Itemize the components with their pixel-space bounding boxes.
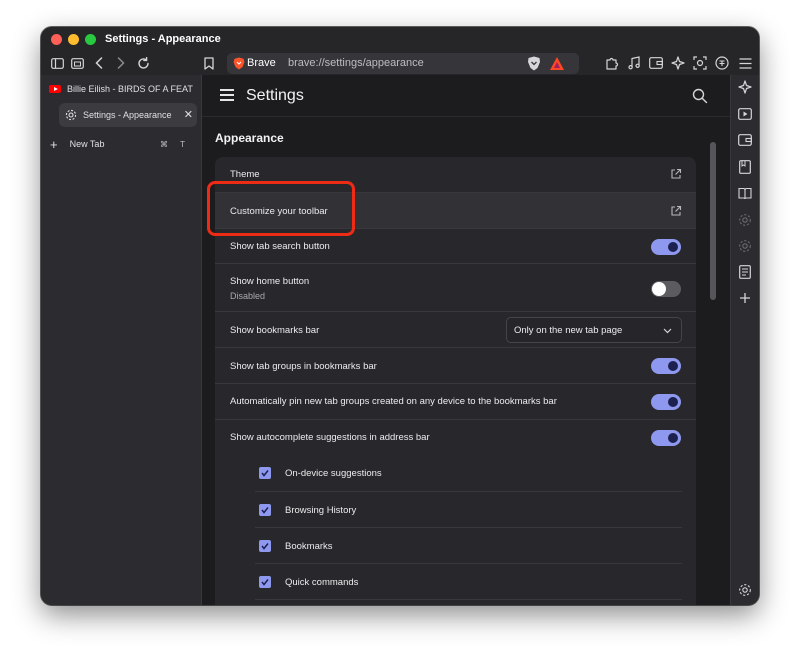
- tab-search-row: Show tab search button: [215, 228, 696, 263]
- tab-groups-toggle[interactable]: [651, 358, 681, 374]
- bookmarks-icon[interactable]: [737, 185, 753, 201]
- back-icon[interactable]: [90, 54, 108, 72]
- row-label: Show bookmarks bar: [230, 325, 320, 336]
- title-bar: Settings - Appearance: [41, 27, 759, 51]
- extensions-icon[interactable]: [603, 54, 621, 72]
- external-link-icon[interactable]: [670, 168, 682, 180]
- quick-commands-row[interactable]: Quick commands: [255, 563, 682, 599]
- checkbox-icon[interactable]: [259, 504, 271, 516]
- vertical-tab-strip: Billie Eilish - BIRDS OF A FEAT Settings…: [41, 75, 202, 605]
- playlist-icon[interactable]: [737, 106, 753, 122]
- appearance-card: Theme Customize your toolbar Show tab se…: [215, 157, 696, 605]
- tab-settings[interactable]: Settings - Appearance ✕: [59, 103, 197, 127]
- add-icon[interactable]: [737, 290, 753, 306]
- new-tab-button[interactable]: + New Tab ⌘ T: [41, 133, 202, 155]
- tab-overview-icon[interactable]: [68, 54, 86, 72]
- sidebar-toggle-icon[interactable]: [48, 54, 66, 72]
- reading-list-icon[interactable]: [737, 159, 753, 175]
- brave-rewards-icon[interactable]: [549, 56, 565, 71]
- row-label: Theme: [230, 169, 260, 180]
- disabled-gear-icon: [737, 238, 753, 254]
- theme-row[interactable]: Theme: [215, 157, 696, 192]
- wallet-icon[interactable]: [647, 54, 665, 72]
- tab-title: Settings - Appearance: [83, 110, 172, 120]
- bookmarks-row[interactable]: Bookmarks: [255, 527, 682, 563]
- row-label: Show home button: [230, 276, 310, 287]
- screenshot-icon[interactable]: [691, 54, 709, 72]
- leo-icon[interactable]: [669, 54, 687, 72]
- address-bar[interactable]: Brave brave://settings/appearance: [227, 53, 579, 74]
- tab-groups-row: Show tab groups in bookmarks bar: [215, 347, 696, 383]
- row-label: Show autocomplete suggestions in address…: [230, 432, 430, 443]
- checkbox-icon[interactable]: [259, 540, 271, 552]
- autocomplete-row: Show autocomplete suggestions in address…: [215, 419, 696, 455]
- youtube-icon: [49, 85, 61, 93]
- option-label: Quick commands: [285, 577, 359, 588]
- gear-icon: [65, 109, 77, 121]
- row-label: Show tab groups in bookmarks bar: [230, 361, 377, 372]
- window-title: Settings - Appearance: [105, 33, 221, 45]
- settings-page: Settings Appearance Theme Customize your…: [202, 75, 730, 605]
- brave-logo-icon: [233, 57, 245, 70]
- search-icon[interactable]: [692, 88, 708, 104]
- on-device-suggestions-row[interactable]: On-device suggestions: [255, 455, 682, 491]
- notes-icon[interactable]: [737, 264, 753, 280]
- browsing-history-row[interactable]: Browsing History: [255, 491, 682, 527]
- url-text[interactable]: brave://settings/appearance: [288, 57, 424, 69]
- row-label: Automatically pin new tab groups created…: [230, 396, 557, 407]
- zoom-window-button[interactable]: [85, 34, 96, 45]
- close-window-button[interactable]: [51, 34, 62, 45]
- menu-icon[interactable]: [736, 54, 754, 72]
- scrollbar[interactable]: [710, 142, 716, 300]
- more-options-row: [255, 599, 682, 605]
- brave-shields-icon[interactable]: [527, 56, 541, 71]
- tab-youtube[interactable]: Billie Eilish - BIRDS OF A FEAT: [41, 78, 202, 100]
- disabled-gear-icon: [737, 212, 753, 228]
- brand-label: Brave: [247, 57, 276, 69]
- section-title: Appearance: [215, 131, 284, 145]
- close-tab-icon[interactable]: ✕: [184, 108, 193, 121]
- chevron-down-icon: [663, 328, 672, 334]
- checkbox-icon[interactable]: [259, 576, 271, 588]
- new-tab-label: New Tab: [69, 139, 105, 149]
- pin-tab-groups-row: Automatically pin new tab groups created…: [215, 383, 696, 419]
- toolbar: Brave brave://settings/appearance: [41, 51, 759, 75]
- checkbox-icon[interactable]: [259, 467, 271, 479]
- bookmarks-bar-select[interactable]: Only on the new tab page: [506, 317, 682, 343]
- row-label: Customize your toolbar: [230, 206, 328, 217]
- row-label: Show tab search button: [230, 241, 330, 252]
- vpn-icon[interactable]: [713, 54, 731, 72]
- bookmarks-bar-row: Show bookmarks bar Only on the new tab p…: [215, 311, 696, 347]
- autocomplete-toggle[interactable]: [651, 430, 681, 446]
- home-button-row: Show home button Disabled: [215, 263, 696, 311]
- forward-icon[interactable]: [112, 54, 130, 72]
- reload-icon[interactable]: [134, 54, 152, 72]
- browser-window: Settings - Appearance Brave brave://sett…: [41, 27, 759, 605]
- music-icon[interactable]: [625, 54, 643, 72]
- external-link-icon[interactable]: [670, 205, 682, 217]
- leo-icon[interactable]: [737, 79, 753, 95]
- option-label: On-device suggestions: [285, 468, 382, 479]
- bookmark-icon[interactable]: [200, 54, 218, 72]
- pin-tab-groups-toggle[interactable]: [651, 394, 681, 410]
- row-sublabel: Disabled: [230, 291, 266, 301]
- page-title: Settings: [246, 87, 304, 104]
- settings-header: Settings: [202, 75, 730, 117]
- wallet-icon[interactable]: [737, 132, 753, 148]
- customize-toolbar-row[interactable]: Customize your toolbar: [215, 192, 696, 228]
- hamburger-menu-icon[interactable]: [220, 89, 234, 101]
- settings-icon[interactable]: [737, 582, 753, 598]
- home-button-toggle[interactable]: [651, 281, 681, 297]
- new-tab-shortcut: ⌘ T: [160, 139, 190, 149]
- plus-icon: +: [50, 136, 58, 152]
- minimize-window-button[interactable]: [68, 34, 79, 45]
- tab-title: Billie Eilish - BIRDS OF A FEAT: [67, 84, 193, 94]
- tab-search-toggle[interactable]: [651, 239, 681, 255]
- select-value: Only on the new tab page: [514, 325, 623, 336]
- right-sidebar: [730, 75, 759, 605]
- option-label: Bookmarks: [285, 541, 333, 552]
- option-label: Browsing History: [285, 505, 357, 516]
